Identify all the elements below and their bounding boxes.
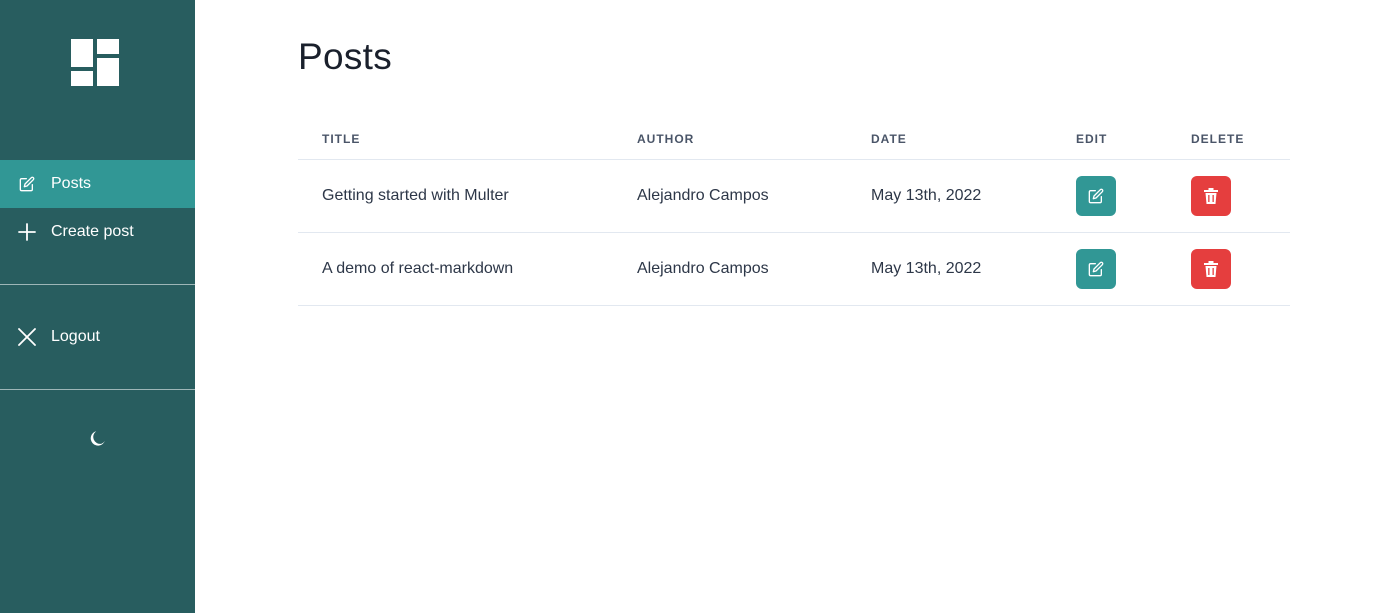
close-icon <box>18 328 36 346</box>
post-date-cell: May 13th, 2022 <box>847 232 1052 306</box>
edit-post-button[interactable] <box>1076 176 1116 216</box>
posts-table: TITLE AUTHOR DATE EDIT DELETE Getting st… <box>298 118 1290 306</box>
table-row: Getting started with Multer Alejandro Ca… <box>298 159 1290 233</box>
edit-cell <box>1052 159 1167 233</box>
main-content: Posts TITLE AUTHOR DATE EDIT DELETE Gett… <box>195 0 1377 613</box>
table-header-row: TITLE AUTHOR DATE EDIT DELETE <box>298 118 1290 160</box>
edit-icon <box>1088 188 1104 204</box>
app-root: Posts Create post Logout Posts TITLE AUT… <box>0 0 1377 613</box>
delete-post-button[interactable] <box>1191 249 1231 289</box>
column-header-edit: EDIT <box>1052 118 1167 160</box>
sidebar-divider <box>0 389 195 390</box>
edit-icon <box>1088 261 1104 277</box>
table-body: Getting started with Multer Alejandro Ca… <box>298 159 1290 306</box>
page-title: Posts <box>298 36 393 77</box>
sidebar: Posts Create post Logout <box>0 0 195 613</box>
post-author-cell: Alejandro Campos <box>613 159 847 233</box>
dashboard-icon[interactable] <box>71 39 119 86</box>
column-header-date: DATE <box>847 118 1052 160</box>
table-header: TITLE AUTHOR DATE EDIT DELETE <box>298 118 1290 160</box>
sidebar-item-posts[interactable]: Posts <box>0 160 195 208</box>
plus-icon <box>18 223 36 241</box>
trash-icon <box>1204 188 1218 204</box>
post-author-cell: Alejandro Campos <box>613 232 847 306</box>
delete-cell <box>1167 159 1290 233</box>
trash-icon <box>1204 261 1218 277</box>
edit-cell <box>1052 232 1167 306</box>
edit-post-button[interactable] <box>1076 249 1116 289</box>
column-header-author: AUTHOR <box>613 118 847 160</box>
column-header-title: TITLE <box>298 118 613 160</box>
table-row: A demo of react-markdown Alejandro Campo… <box>298 232 1290 306</box>
post-title-cell: Getting started with Multer <box>298 159 613 233</box>
sidebar-divider <box>0 284 195 285</box>
logout-label: Logout <box>51 328 100 345</box>
edit-icon <box>18 175 36 193</box>
delete-cell <box>1167 232 1290 306</box>
post-title-cell: A demo of react-markdown <box>298 232 613 306</box>
sidebar-item-label: Create post <box>51 223 134 240</box>
post-date-cell: May 13th, 2022 <box>847 159 1052 233</box>
moon-icon[interactable] <box>88 428 108 448</box>
column-header-delete: DELETE <box>1167 118 1290 160</box>
logout-button[interactable]: Logout <box>0 313 195 361</box>
sidebar-item-create-post[interactable]: Create post <box>0 208 195 256</box>
delete-post-button[interactable] <box>1191 176 1231 216</box>
sidebar-item-label: Posts <box>51 175 92 192</box>
